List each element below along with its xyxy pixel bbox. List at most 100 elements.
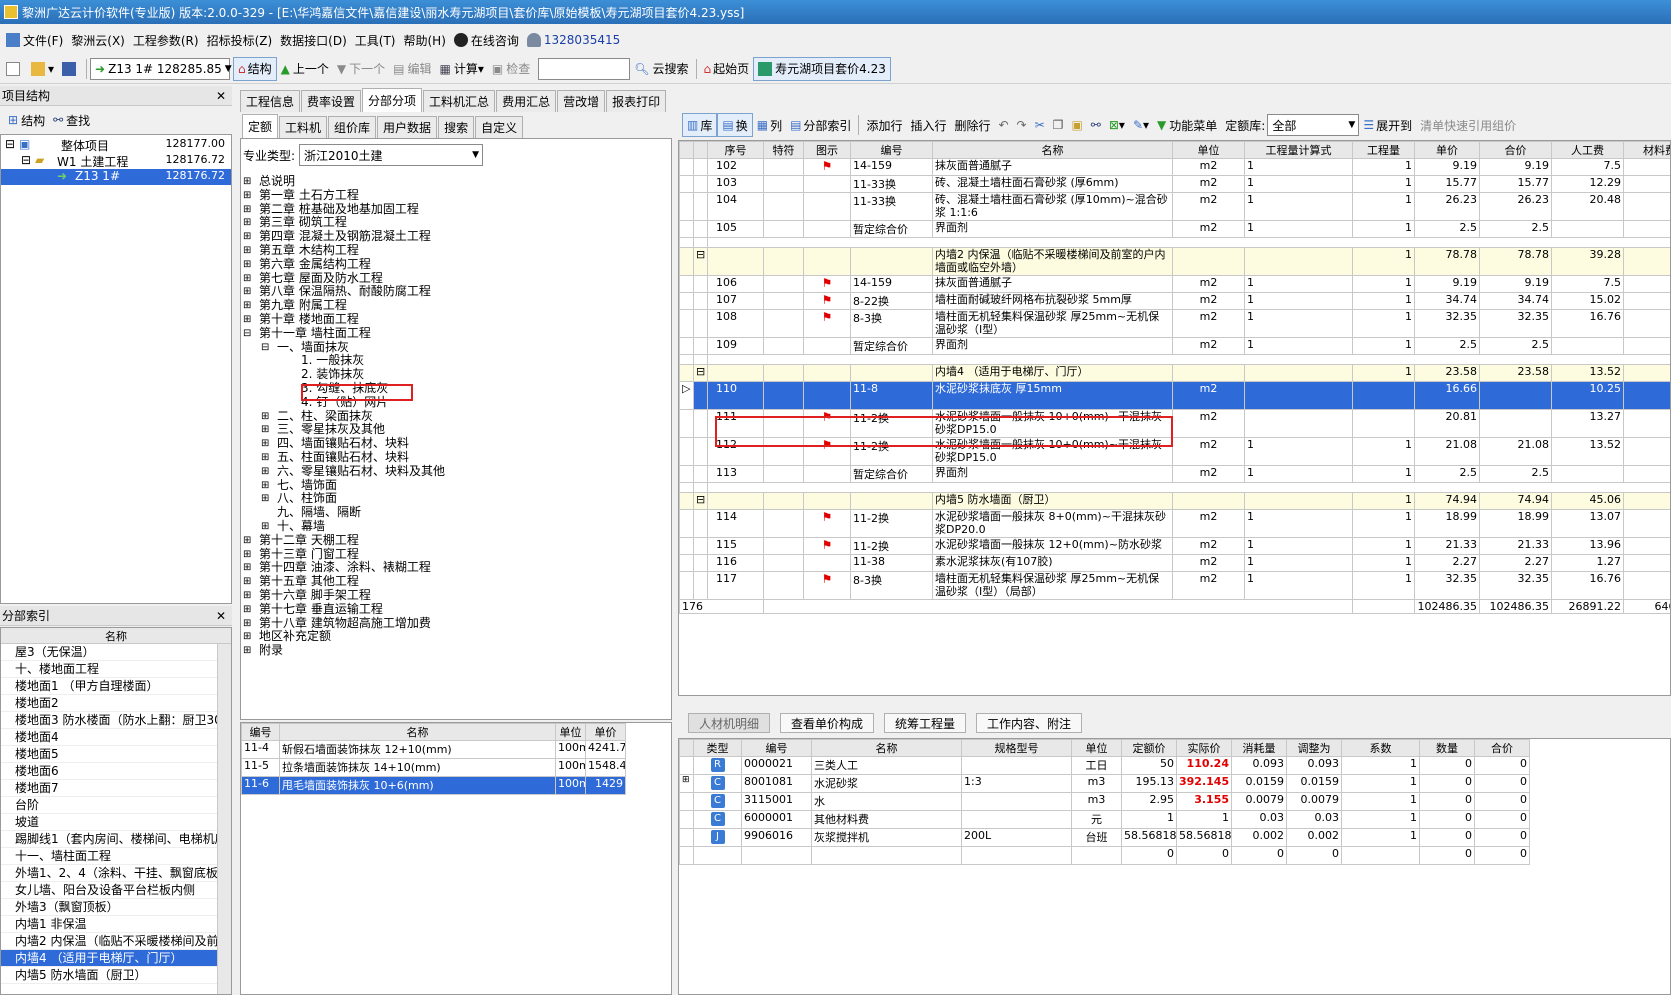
expand-icon[interactable]: ⊞	[243, 230, 251, 244]
row-indicator[interactable]	[679, 309, 694, 338]
tab-report-print[interactable]: 报表打印	[606, 90, 667, 112]
row-indicator[interactable]	[679, 237, 694, 248]
expand-icon[interactable]: ⊞	[243, 175, 251, 189]
resource-column-header[interactable]: 消耗量	[1231, 739, 1287, 757]
resource-row[interactable]: ⊞ C 8001081 水泥砂浆 1:3 m3 195.13 392.145 0.0159 0.0…	[679, 774, 1530, 793]
menu-cloud[interactable]: 黎洲云(X)	[67, 29, 129, 51]
expand-icon[interactable]: ⊞	[243, 203, 251, 217]
expand-icon[interactable]: ⊞	[261, 465, 269, 479]
collapse-icon[interactable]: ⊟	[693, 364, 708, 382]
index-item[interactable]: 屋3（无保温）	[1, 644, 217, 661]
grid-column-header[interactable]: 特符	[763, 141, 804, 159]
expand-icon[interactable]: ⊞	[261, 451, 269, 465]
resource-column-header[interactable]: 类型	[693, 739, 742, 757]
row-expander[interactable]	[693, 354, 708, 365]
quota-tree-node[interactable]: ⊞ 五、柱面镶贴石材、块料	[241, 450, 671, 465]
expand-icon[interactable]: ⊞	[243, 258, 251, 272]
grid-row[interactable]: 105暂定综合价界面剂m2112.52.52	[679, 220, 1670, 238]
index-item[interactable]: 踢脚线1（套内房间、楼梯间、电梯机房	[1, 831, 217, 848]
resource-column-header[interactable]: 定额价	[1121, 739, 1177, 757]
resource-row[interactable]: R 0000021 三类人工 工日 50 110.24 0.093 0.093 1 0 0	[679, 756, 1530, 775]
quota-tree-node[interactable]: ⊞ 六、零星镶贴石材、块料及其他	[241, 464, 671, 479]
quota-tree-node[interactable]: ⊞ 第五章 木结构工程	[241, 243, 671, 258]
insert-row-button[interactable]: 插入行	[906, 113, 950, 137]
grid-row[interactable]: 11611-38素水泥浆抹灰(有107胶)m2112.272.271.271	[679, 554, 1670, 572]
expand-icon[interactable]: ⊞	[243, 575, 251, 589]
index-item[interactable]: 楼地面7	[1, 780, 217, 797]
index-item[interactable]: 楼地面6	[1, 763, 217, 780]
menu-params[interactable]: 工程参数(R)	[129, 29, 203, 51]
resource-row[interactable]: C 6000001 其他材料费元 1 1 0.03 0.03 1 0 0	[679, 810, 1530, 829]
expand-icon[interactable]: ⊞	[243, 285, 251, 299]
index-item[interactable]: 十一、墙柱面工程	[1, 848, 217, 865]
expand-icon[interactable]: ⊞	[243, 189, 251, 203]
structure-view-button[interactable]: ⊞ 结构	[4, 108, 49, 132]
quota-list-row[interactable]: 11-4斩假石墙面装饰抹灰 12+10(mm)100m4241.7	[241, 740, 626, 759]
index-item[interactable]: 楼地面1 （甲方自理楼面）	[1, 678, 217, 695]
quota-tree-node[interactable]: ⊞ 第十章 楼地面工程	[241, 312, 671, 327]
quota-tree-node[interactable]: ⊞ 第十六章 脚手架工程	[241, 588, 671, 603]
row-indicator[interactable]	[679, 158, 694, 176]
collapse-icon[interactable]: ⊟	[261, 341, 269, 355]
grid-blank-row[interactable]	[679, 482, 1670, 493]
resource-column-header[interactable]: 系数	[1341, 739, 1420, 757]
quota-tree-node[interactable]: ⊞ 第四章 混凝土及钢筋混凝土工程	[241, 229, 671, 244]
grid-row[interactable]: 103 11-33换 砖、混凝土墙柱面石膏砂浆 (厚6mm) m2 1 1 15.77 15.…	[679, 175, 1670, 193]
menu-help[interactable]: 帮助(H)	[399, 29, 449, 51]
find-button[interactable]: ⚯	[1087, 113, 1105, 137]
function-menu-button[interactable]: ▼ 功能菜单	[1153, 113, 1221, 137]
row-indicator[interactable]	[679, 492, 694, 510]
menu-tools[interactable]: 工具(T)	[351, 29, 400, 51]
expand-icon[interactable]: ⊞	[243, 644, 251, 658]
grid-blank-row[interactable]	[679, 354, 1670, 365]
columns-button[interactable]: ▦ 列	[753, 113, 786, 137]
row-expander[interactable]	[693, 537, 708, 555]
quota-tree-node[interactable]: 2. 装饰抹灰	[241, 367, 671, 382]
quota-tree-node[interactable]: ⊞ 第十二章 天棚工程	[241, 533, 671, 548]
expand-icon[interactable]: ⊞	[261, 479, 269, 493]
grid-column-header[interactable]: 材料费	[1623, 141, 1670, 159]
quota-tree-node[interactable]: 4. 钉（贴）网片	[241, 395, 671, 410]
grid-blank-row[interactable]	[679, 237, 1670, 248]
index-item[interactable]: 内墙2 内保温（临贴不采暖楼梯间及前	[1, 933, 217, 950]
index-item[interactable]: 十、楼地面工程	[1, 661, 217, 678]
row-indicator[interactable]	[679, 337, 694, 355]
check-button[interactable]: ▣ 检查	[488, 57, 534, 81]
grid-row[interactable]: 102⚑14-159抹灰面普通腻子m2119.199.197.51.	[679, 158, 1670, 176]
grid-row[interactable]: 112 ⚑ 11-2换 水泥砂浆墙面一般抹灰 10+0(mm)~干混抹灰砂浆DP15.…	[679, 437, 1670, 466]
document-tab[interactable]: 寿元湖项目套价4.23	[753, 56, 891, 81]
row-expander[interactable]	[693, 509, 708, 538]
quota-tree-node[interactable]: ⊞ 第十七章 垂直运输工程	[241, 602, 671, 617]
project-node-root[interactable]: ⊟ ▣ 整体项目 128177.00	[1, 137, 231, 153]
expand-icon[interactable]: ⊞	[243, 534, 251, 548]
row-expander[interactable]	[693, 158, 708, 176]
tab-resource-detail[interactable]: 人材机明细	[688, 713, 771, 733]
collapse-icon[interactable]: ⊟	[693, 492, 708, 510]
expand-icon[interactable]: ⊞	[261, 437, 269, 451]
row-indicator[interactable]	[679, 275, 694, 293]
tab-quantity-plan[interactable]: 统筹工程量	[884, 713, 967, 733]
quota-tree-node[interactable]: ⊞ 第六章 金属结构工程	[241, 257, 671, 272]
quota-tree-node[interactable]: ⊞ 二、柱、梁面抹灰	[241, 409, 671, 424]
open-button[interactable]: ▾	[27, 57, 58, 81]
grid-column-header[interactable]: 工程量	[1352, 141, 1415, 159]
row-indicator[interactable]	[679, 192, 694, 221]
expand-icon[interactable]: ⊞	[243, 299, 251, 313]
quota-tree-node[interactable]: 3. 勾缝、抹底灰	[241, 381, 671, 396]
collapse-icon[interactable]: ⊟	[693, 247, 708, 276]
row-expander[interactable]	[693, 571, 708, 600]
grid-row[interactable]: 104 11-33换 砖、混凝土墙柱面石膏砂浆 (厚10mm)~混合砂浆 1:1:6…	[679, 192, 1670, 221]
expand-icon[interactable]: ⊞	[243, 630, 251, 644]
grid-row[interactable]: 115 ⚑ 11-2换 水泥砂浆墙面一般抹灰 12+0(mm)~防水砂浆 m2 1 1 21.…	[679, 537, 1670, 555]
quota-tree-node[interactable]: ⊞ 附录	[241, 643, 671, 658]
index-scrollbar[interactable]	[217, 644, 231, 994]
start-page-button[interactable]: ⌂ 起始页	[700, 57, 754, 81]
cloud-search-input[interactable]	[538, 57, 631, 80]
copy-button[interactable]: ❐	[1049, 113, 1068, 137]
row-indicator[interactable]	[679, 364, 694, 382]
quota-tree-node[interactable]: ⊞ 第一章 土石方工程	[241, 188, 671, 203]
grid-row[interactable]: 107 ⚑ 8-22换 墙柱面耐碱玻纤网格布抗裂砂浆 5mm厚 m2 1 1 34.74 34.…	[679, 292, 1670, 310]
chart-button[interactable]: ⊠ ▾	[1105, 113, 1129, 137]
quota-tree-node[interactable]: ⊟ 第十一章 墙柱面工程	[241, 326, 671, 341]
tab-custom[interactable]: 自定义	[475, 116, 524, 138]
